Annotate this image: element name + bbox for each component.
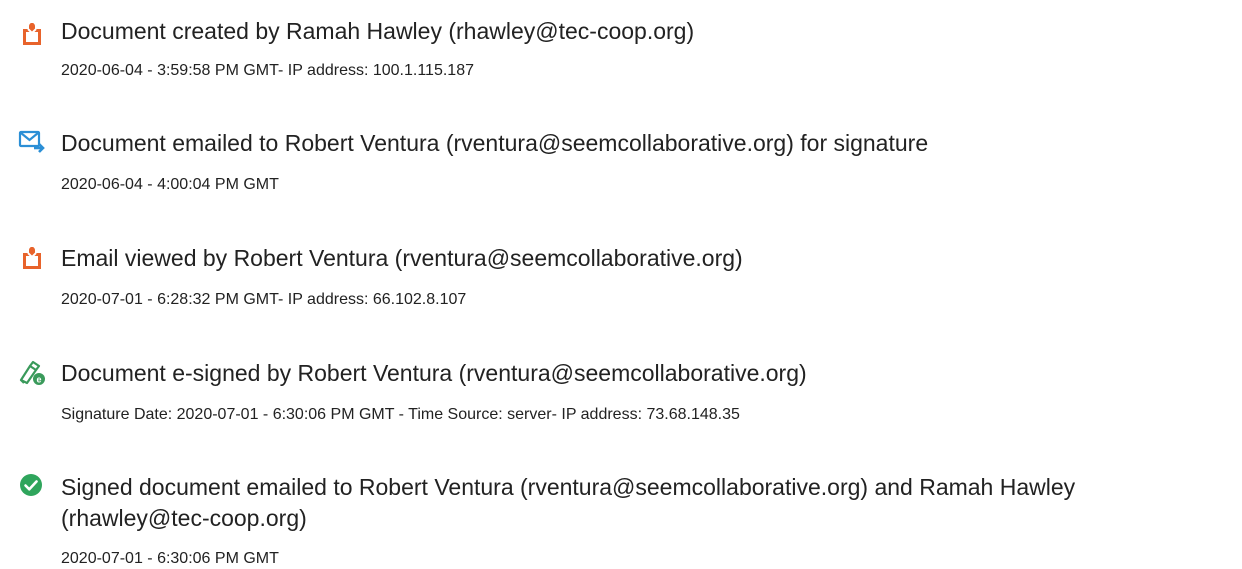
event-title: Document emailed to Robert Ventura (rven… bbox=[61, 130, 929, 156]
event-title: Document e-signed by Robert Ventura (rve… bbox=[61, 360, 807, 386]
svg-text:e: e bbox=[36, 375, 41, 385]
event-detail: 2020-06-04 - 3:59:58 PM GMT- IP address:… bbox=[61, 62, 474, 79]
event-detail: Signature Date: 2020-07-01 - 6:30:06 PM … bbox=[61, 406, 740, 423]
e-signature-icon: e bbox=[18, 358, 46, 386]
event-title: Email viewed by Robert Ventura (rventura… bbox=[61, 245, 743, 271]
event-title: Signed document emailed to Robert Ventur… bbox=[61, 474, 1076, 531]
document-viewed-icon bbox=[18, 244, 46, 272]
event-detail: 2020-06-04 - 4:00:04 PM GMT bbox=[61, 176, 279, 193]
event-title: Document created by Ramah Hawley (rhawle… bbox=[61, 18, 695, 44]
email-sent-icon bbox=[18, 127, 46, 155]
event-detail: 2020-07-01 - 6:28:32 PM GMT- IP address:… bbox=[61, 291, 467, 308]
document-created-icon bbox=[18, 20, 46, 48]
event-detail: 2020-07-01 - 6:30:06 PM GMT bbox=[61, 550, 279, 567]
completed-check-icon bbox=[18, 472, 46, 500]
